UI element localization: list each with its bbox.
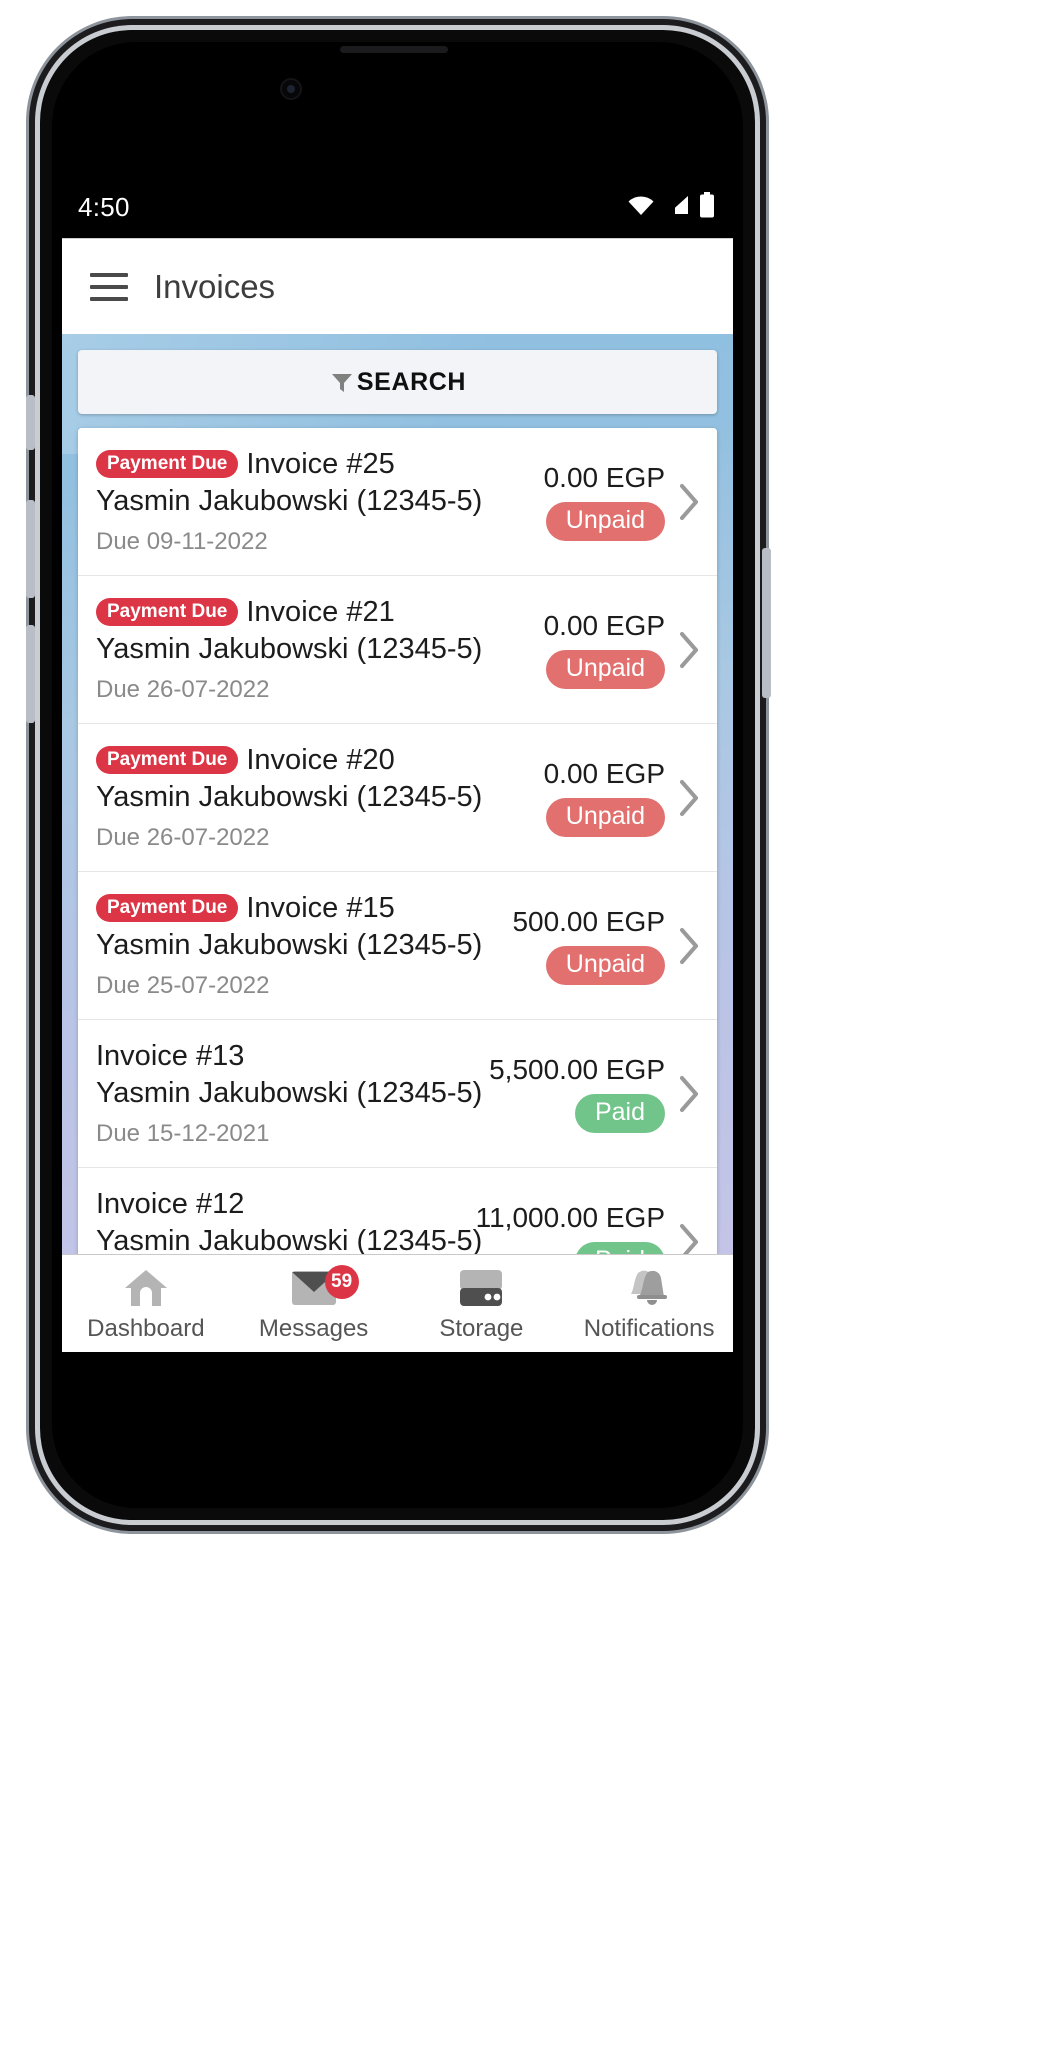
invoice-amount: 0.00 EGP [543, 610, 665, 641]
invoice-row-details: Payment Due Invoice #20 Yasmin Jakubowski … [96, 744, 544, 852]
invoice-amount: 5,500.00 EGP [489, 1054, 665, 1085]
invoice-status-badge: Unpaid [545, 502, 665, 541]
phone-screen: 4:50 Invoices SEARCH Payment Due Invoice… [62, 176, 733, 1384]
invoice-row[interactable]: Payment Due Invoice #25 Yasmin Jakubowski … [78, 428, 717, 576]
invoice-row-details: Invoice #12Yasmin Jakubowski (12345-5)Du… [96, 1188, 483, 1255]
invoice-number: Invoice #13 [96, 1039, 245, 1072]
invoice-amount-status: 0.00 EGP Unpaid [544, 462, 669, 541]
hamburger-menu-icon[interactable] [90, 272, 128, 301]
search-button[interactable]: SEARCH [78, 350, 717, 414]
invoices-content-area: SEARCH Payment Due Invoice #25 Yasmin Jaku… [62, 334, 733, 1254]
chevron-right-icon[interactable] [671, 1074, 707, 1114]
invoice-client-name: Yasmin Jakubowski (12345-5) [96, 484, 483, 517]
invoice-due-date: Due 25-07-2022 [96, 971, 270, 999]
nav-item-notifications[interactable]: Notifications [565, 1255, 733, 1352]
invoice-due-date: Due 09-11-2022 [96, 527, 268, 555]
invoice-number: Invoice #12 [96, 1187, 245, 1220]
filter-funnel-icon [329, 369, 355, 395]
power-button[interactable] [762, 548, 771, 698]
invoice-status-badge: Unpaid [545, 650, 665, 689]
status-bar-time: 4:50 [78, 191, 130, 222]
invoice-amount: 11,000.00 EGP [475, 1202, 665, 1233]
invoice-due-date: Due 26-07-2022 [96, 823, 270, 851]
invoice-row[interactable]: Payment Due Invoice #15 Yasmin Jakubowski … [78, 872, 717, 1020]
envelope-icon: 59 [291, 1264, 359, 1311]
invoice-row[interactable]: Payment Due Invoice #21 Yasmin Jakubowski … [78, 576, 717, 724]
nav-label-messages: Messages [258, 1314, 369, 1342]
invoice-row-details: Payment Due Invoice #21 Yasmin Jakubowski … [96, 596, 544, 704]
page-title: Invoices [154, 267, 276, 305]
chevron-right-icon[interactable] [671, 630, 707, 670]
invoice-title-line: Payment Due Invoice #20 [96, 744, 544, 777]
payment-due-badge: Payment Due [96, 894, 239, 922]
volume-up-button[interactable] [26, 500, 35, 598]
nav-label-notifications: Notifications [583, 1314, 715, 1342]
invoice-row[interactable]: Invoice #12Yasmin Jakubowski (12345-5)Du… [78, 1168, 717, 1254]
invoice-row[interactable]: Invoice #13 Yasmin Jakubowski (12345-5) Du… [78, 1020, 717, 1168]
invoice-due-date: Due 15-12-2021 [96, 1119, 270, 1147]
screen-bottom-fill [62, 1352, 733, 1384]
payment-due-badge: Payment Due [96, 450, 239, 478]
search-button-label: SEARCH [356, 367, 467, 396]
earpiece-speaker [340, 46, 448, 53]
invoice-status-badge: Unpaid [545, 946, 665, 985]
nav-item-dashboard[interactable]: Dashboard [62, 1255, 230, 1352]
invoice-number: Invoice #21 [246, 595, 395, 628]
home-icon [123, 1265, 169, 1311]
nav-item-messages[interactable]: 59 Messages [230, 1255, 398, 1352]
payment-due-badge: Payment Due [96, 746, 239, 774]
status-bar: 4:50 [62, 176, 733, 238]
invoice-client-name: Yasmin Jakubowski (12345-5) [96, 632, 483, 665]
nav-item-storage[interactable]: Storage [398, 1255, 566, 1352]
invoice-amount-status: 0.00 EGP Unpaid [544, 610, 669, 689]
payment-due-badge: Payment Due [96, 598, 239, 626]
invoice-amount: 0.00 EGP [543, 462, 665, 493]
invoice-row[interactable]: Payment Due Invoice #20 Yasmin Jakubowski … [78, 724, 717, 872]
invoice-amount-status: 11,000.00 EGP Paid [476, 1202, 669, 1254]
invoice-amount-status: 0.00 EGP Unpaid [544, 758, 669, 837]
silent-switch-button[interactable] [26, 395, 35, 450]
invoice-amount: 0.00 EGP [543, 758, 665, 789]
invoice-list: Payment Due Invoice #25 Yasmin Jakubowski … [78, 428, 717, 1254]
invoice-title-line: Invoice #13 [96, 1040, 489, 1073]
invoice-title-line: Invoice #12 [96, 1188, 476, 1221]
invoice-status-badge: Unpaid [545, 798, 665, 837]
invoice-number: Invoice #15 [246, 891, 395, 924]
messages-badge: 59 [324, 1264, 359, 1299]
invoice-client-name: Yasmin Jakubowski (12345-5) [96, 1076, 483, 1109]
cellular-signal-icon [664, 194, 690, 221]
front-camera-icon [280, 78, 302, 100]
storage-server-icon [458, 1265, 504, 1311]
invoice-title-line: Payment Due Invoice #21 [96, 596, 544, 629]
chevron-right-icon[interactable] [671, 926, 707, 966]
chevron-right-icon[interactable] [671, 482, 707, 522]
invoice-row-details: Payment Due Invoice #15 Yasmin Jakubowski … [96, 892, 512, 1000]
invoice-amount-status: 500.00 EGP Unpaid [512, 906, 669, 985]
app-bar: Invoices [62, 238, 733, 334]
bottom-navigation-bar: Dashboard 59 Messages Storage Notificati… [62, 1254, 733, 1352]
invoice-due-date: Due 26-07-2022 [96, 675, 270, 703]
invoice-title-line: Payment Due Invoice #15 [96, 892, 512, 925]
invoice-row-details: Invoice #13 Yasmin Jakubowski (12345-5) Du… [96, 1040, 489, 1148]
nav-label-storage: Storage [439, 1314, 524, 1342]
invoice-number: Invoice #20 [246, 743, 395, 776]
volume-down-button[interactable] [26, 625, 35, 723]
chevron-right-icon[interactable] [671, 778, 707, 818]
nav-label-dashboard: Dashboard [87, 1314, 205, 1342]
chevron-right-icon[interactable] [671, 1222, 707, 1254]
invoice-client-name: Yasmin Jakubowski (12345-5) [96, 780, 483, 813]
invoice-title-line: Payment Due Invoice #25 [96, 448, 544, 481]
invoice-status-badge: Paid [574, 1242, 665, 1254]
invoice-status-badge: Paid [574, 1094, 665, 1133]
invoice-client-name: Yasmin Jakubowski (12345-5) [96, 1224, 483, 1255]
invoice-row-details: Payment Due Invoice #25 Yasmin Jakubowski … [96, 448, 544, 556]
wifi-icon [627, 194, 655, 221]
invoice-amount-status: 5,500.00 EGP Paid [489, 1054, 669, 1133]
invoice-amount: 500.00 EGP [512, 906, 665, 937]
invoice-number: Invoice #25 [246, 447, 395, 480]
bell-icon [625, 1265, 673, 1311]
status-bar-icons [627, 191, 715, 223]
battery-icon [699, 191, 715, 223]
invoice-client-name: Yasmin Jakubowski (12345-5) [96, 928, 483, 961]
